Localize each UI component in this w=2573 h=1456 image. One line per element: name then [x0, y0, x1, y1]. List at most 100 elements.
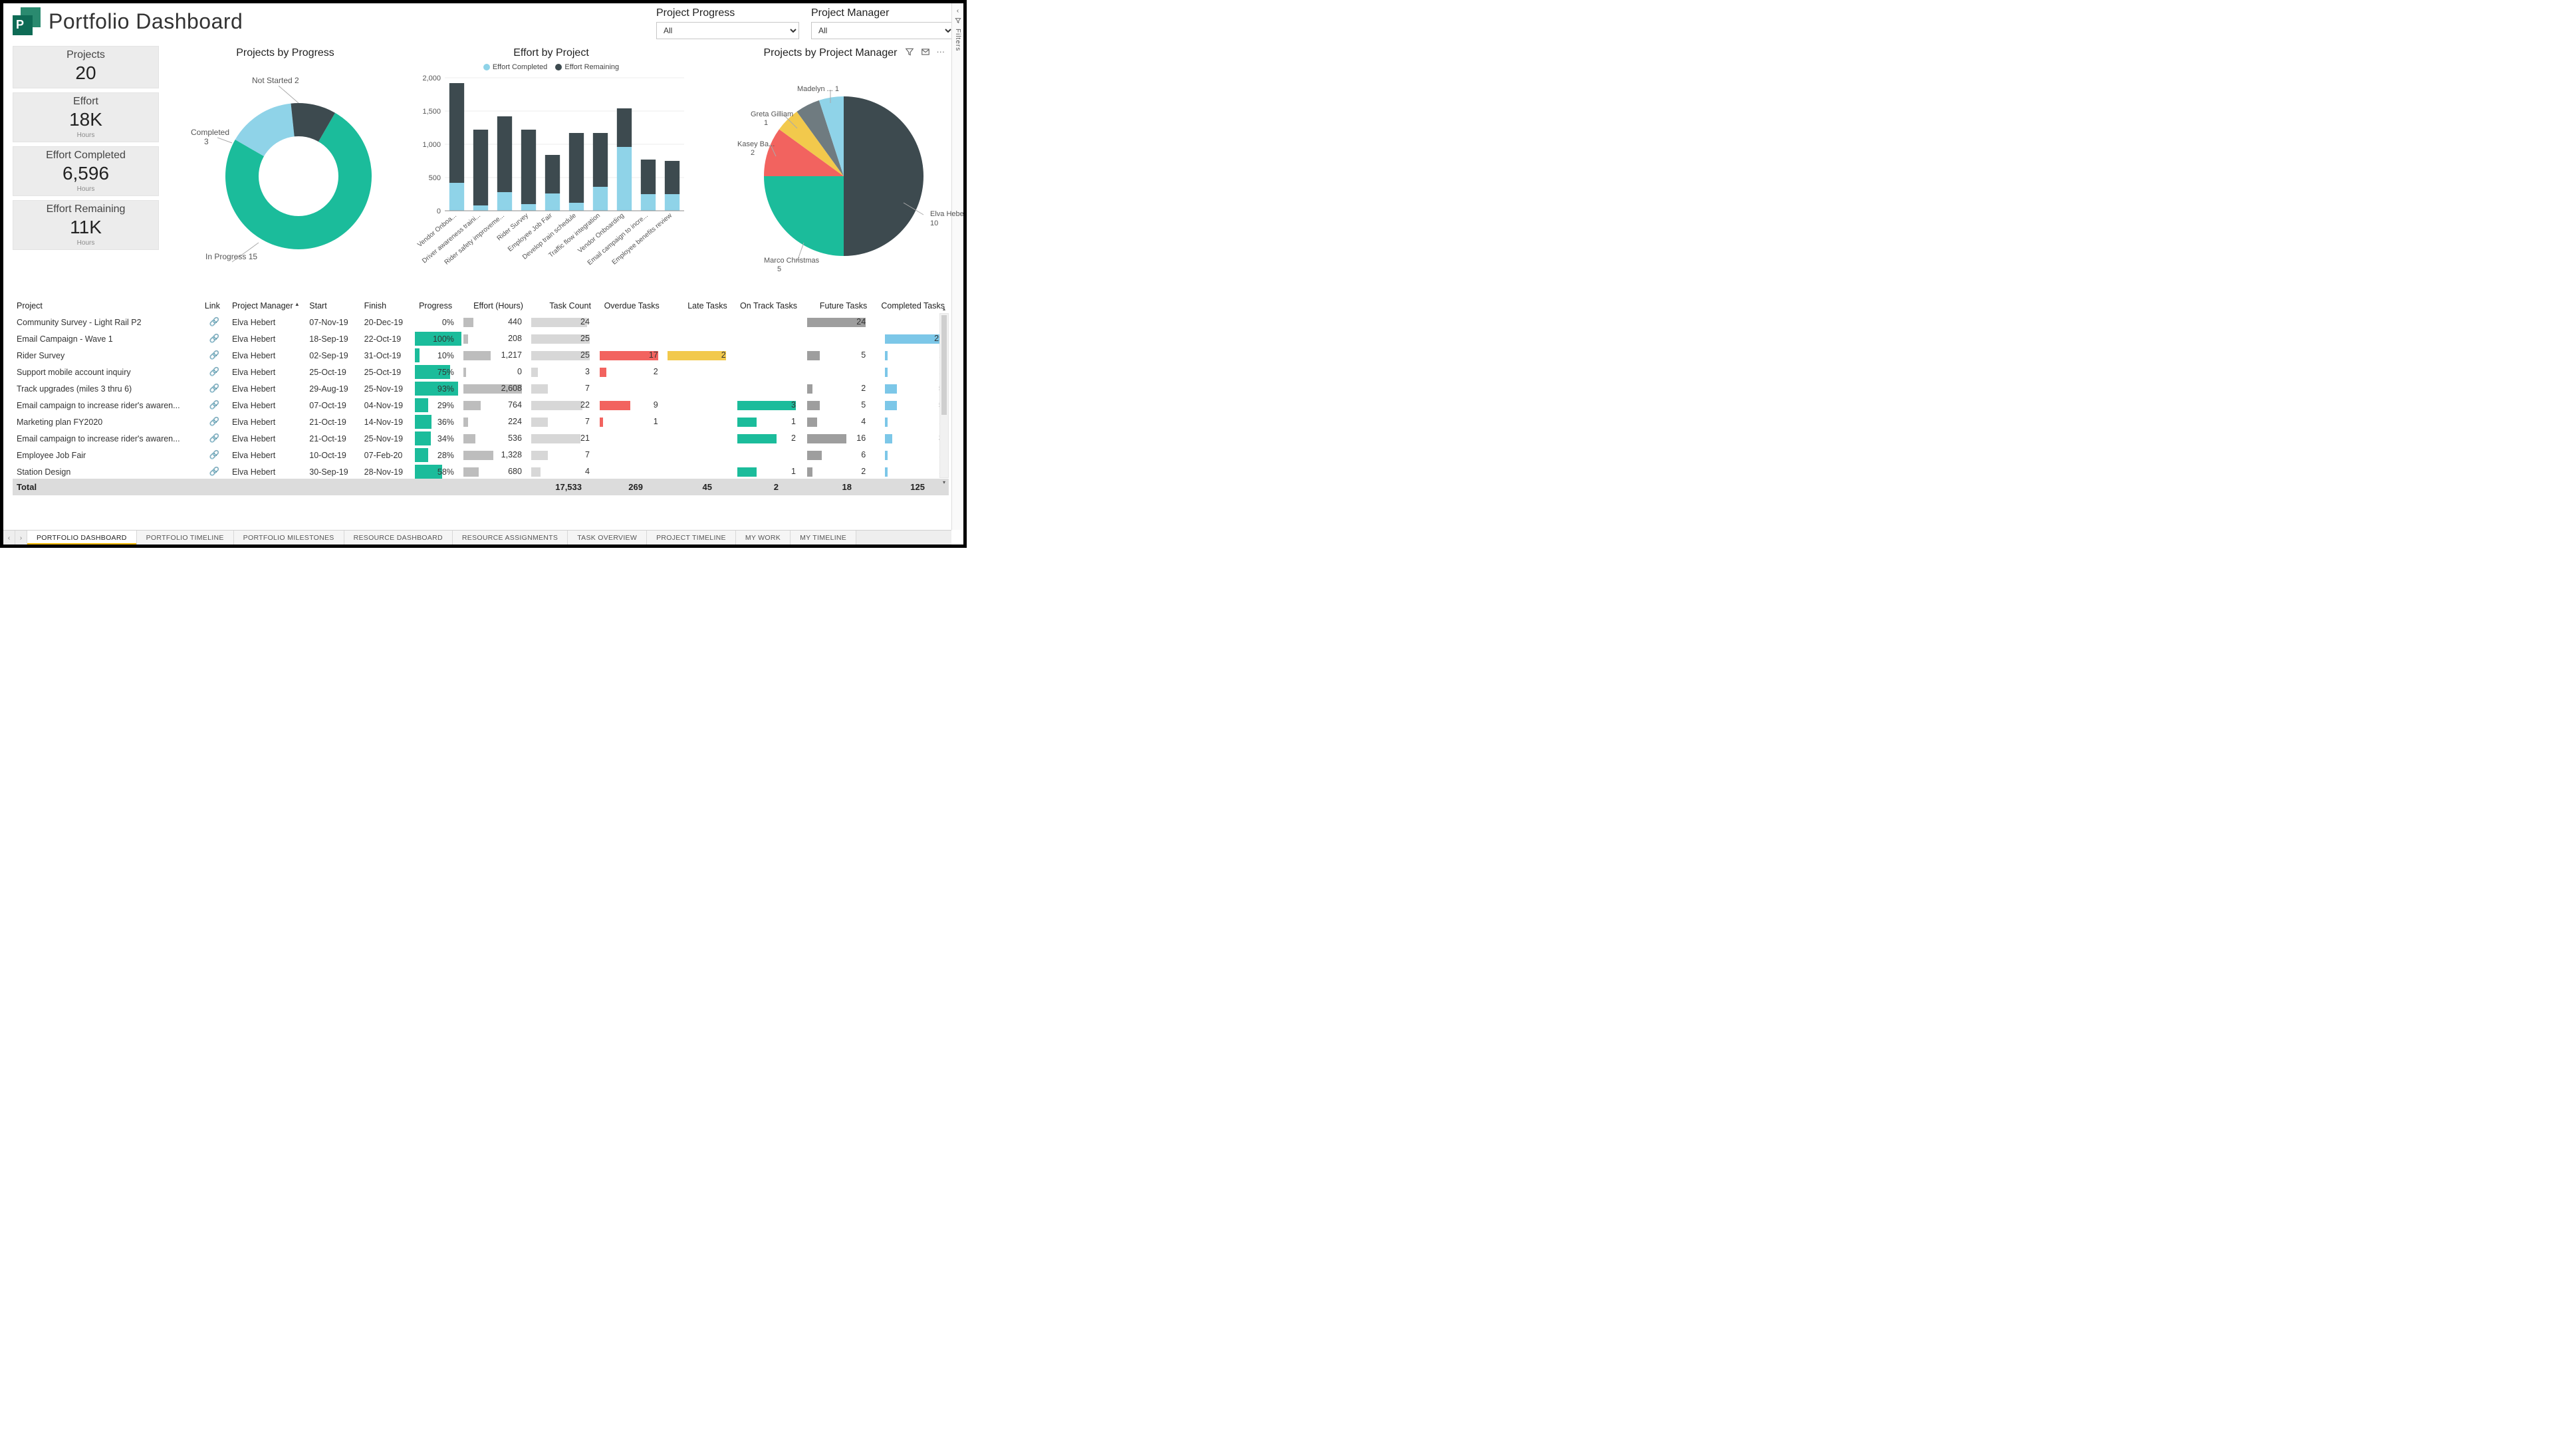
slicer-project manager[interactable]: All	[811, 22, 954, 39]
table-row[interactable]: Email Campaign - Wave 1 🔗 Elva Hebert 18…	[13, 330, 949, 347]
tab-nav-prev[interactable]: ‹	[3, 531, 15, 545]
link-icon[interactable]: 🔗	[209, 384, 220, 393]
table-row[interactable]: Support mobile account inquiry 🔗 Elva He…	[13, 364, 949, 380]
table-row[interactable]: Email campaign to increase rider's aware…	[13, 397, 949, 414]
svg-text:Madelyn ... 1: Madelyn ... 1	[797, 85, 839, 93]
column-header[interactable]: Future Tasks	[801, 299, 871, 314]
project-name: Email campaign to increase rider's aware…	[13, 430, 201, 447]
finish-date: 25-Oct-19	[360, 364, 415, 380]
filters-pane-label[interactable]: Filters	[954, 29, 961, 51]
progress-cell: 93%	[415, 380, 459, 397]
table-row[interactable]: Track upgrades (miles 3 thru 6) 🔗 Elva H…	[13, 380, 949, 397]
column-header[interactable]: Completed Tasks	[871, 299, 949, 314]
project-logo-icon: P	[13, 7, 41, 35]
slicer-label: Project Manager	[811, 7, 954, 19]
project-manager: Elva Hebert	[228, 314, 305, 331]
finish-date: 07-Feb-20	[360, 447, 415, 463]
tab-portfolio-milestones[interactable]: PORTFOLIO MILESTONES	[234, 531, 344, 545]
svg-text:10: 10	[930, 219, 938, 227]
tab-my-work[interactable]: MY WORK	[736, 531, 791, 545]
tab-task-overview[interactable]: TASK OVERVIEW	[568, 531, 647, 545]
subscribe-icon[interactable]	[921, 47, 930, 59]
link-icon[interactable]: 🔗	[209, 350, 220, 360]
svg-text:Completed: Completed	[191, 128, 229, 137]
funnel-icon[interactable]	[955, 17, 961, 26]
column-header[interactable]: Project Manager ▲	[228, 299, 305, 314]
table-row[interactable]: Email campaign to increase rider's aware…	[13, 430, 949, 447]
more-icon[interactable]: ···	[937, 47, 945, 59]
table-row[interactable]: Station Design 🔗 Elva Hebert 30-Sep-19 2…	[13, 463, 949, 480]
slicer-label: Project Progress	[656, 7, 799, 19]
column-header[interactable]: Overdue Tasks	[595, 299, 664, 314]
column-header[interactable]: On Track Tasks	[731, 299, 801, 314]
svg-text:5: 5	[777, 265, 781, 273]
finish-date: 20-Dec-19	[360, 314, 415, 331]
table-row[interactable]: Marketing plan FY2020 🔗 Elva Hebert 21-O…	[13, 414, 949, 430]
svg-text:2,000: 2,000	[422, 74, 441, 82]
svg-text:500: 500	[429, 174, 441, 182]
finish-date: 25-Nov-19	[360, 430, 415, 447]
link-icon[interactable]: 🔗	[209, 417, 220, 426]
chart-projects-by-manager[interactable]: Projects by Project Manager Elva Hebert1…	[697, 46, 963, 295]
tab-portfolio-timeline[interactable]: PORTFOLIO TIMELINE	[137, 531, 234, 545]
column-header[interactable]: Link	[201, 299, 228, 314]
tab-my-timeline[interactable]: MY TIMELINE	[791, 531, 856, 545]
svg-text:1,500: 1,500	[422, 108, 441, 116]
link-icon[interactable]: 🔗	[209, 433, 220, 443]
svg-text:Marco Christmas: Marco Christmas	[764, 257, 820, 265]
progress-cell: 75%	[415, 364, 459, 380]
project-name: Track upgrades (miles 3 thru 6)	[13, 380, 201, 397]
chart-legend: Effort Completed Effort Remaining	[483, 63, 619, 71]
kpi-label: Effort Remaining	[47, 203, 126, 215]
scrollbar-vertical[interactable]: ▴ ▾	[939, 313, 949, 478]
kpi-card[interactable]: Effort Remaining 11K Hours	[13, 200, 159, 250]
link-icon[interactable]: 🔗	[209, 467, 220, 476]
link-icon[interactable]: 🔗	[209, 334, 220, 343]
kpi-value: 18K	[69, 108, 102, 132]
project-manager: Elva Hebert	[228, 380, 305, 397]
progress-cell: 58%	[415, 463, 459, 480]
link-icon[interactable]: 🔗	[209, 317, 220, 326]
kpi-unit: Hours	[77, 185, 95, 193]
column-header[interactable]: Progress	[415, 299, 459, 314]
table-row[interactable]: Employee Job Fair 🔗 Elva Hebert 10-Oct-1…	[13, 447, 949, 463]
progress-cell: 34%	[415, 430, 459, 447]
kpi-card[interactable]: Effort Completed 6,596 Hours	[13, 146, 159, 196]
tab-resource-dashboard[interactable]: RESOURCE DASHBOARD	[344, 531, 453, 545]
chart-projects-by-progress[interactable]: Projects by Progress Not Started 2Comple…	[166, 46, 405, 295]
start-date: 21-Oct-19	[305, 414, 360, 430]
tab-resource-assignments[interactable]: RESOURCE ASSIGNMENTS	[453, 531, 568, 545]
tab-project-timeline[interactable]: PROJECT TIMELINE	[647, 531, 736, 545]
svg-text:Greta Gilliam: Greta Gilliam	[751, 110, 793, 118]
column-header[interactable]: Late Tasks	[664, 299, 731, 314]
projects-table[interactable]: ProjectLinkProject Manager ▲StartFinishP…	[13, 299, 949, 495]
kpi-card[interactable]: Effort 18K Hours	[13, 92, 159, 142]
svg-text:1,000: 1,000	[422, 141, 441, 149]
expand-pane-icon[interactable]: ‹	[957, 7, 959, 15]
finish-date: 22-Oct-19	[360, 330, 415, 347]
table-row[interactable]: Rider Survey 🔗 Elva Hebert 02-Sep-19 31-…	[13, 347, 949, 364]
filter-icon[interactable]	[905, 47, 914, 59]
progress-cell: 29%	[415, 397, 459, 414]
table-row[interactable]: Community Survey - Light Rail P2 🔗 Elva …	[13, 314, 949, 331]
project-name: Station Design	[13, 463, 201, 480]
column-header[interactable]: Effort (Hours)	[459, 299, 527, 314]
project-manager: Elva Hebert	[228, 364, 305, 380]
slicer-project progress[interactable]: All	[656, 22, 799, 39]
project-manager: Elva Hebert	[228, 397, 305, 414]
project-name: Email Campaign - Wave 1	[13, 330, 201, 347]
kpi-card[interactable]: Projects 20	[13, 46, 159, 88]
column-header[interactable]: Project	[13, 299, 201, 314]
link-icon[interactable]: 🔗	[209, 400, 220, 410]
project-manager: Elva Hebert	[228, 330, 305, 347]
column-header[interactable]: Start	[305, 299, 360, 314]
column-header[interactable]: Finish	[360, 299, 415, 314]
tab-nav-next[interactable]: ›	[15, 531, 27, 545]
link-icon[interactable]: 🔗	[209, 450, 220, 459]
kpi-label: Effort Completed	[46, 150, 126, 162]
project-name: Employee Job Fair	[13, 447, 201, 463]
column-header[interactable]: Task Count	[527, 299, 595, 314]
chart-effort-by-project[interactable]: Effort by Project Effort Completed Effor…	[412, 46, 691, 295]
link-icon[interactable]: 🔗	[209, 367, 220, 376]
tab-portfolio-dashboard[interactable]: PORTFOLIO DASHBOARD	[27, 531, 137, 545]
